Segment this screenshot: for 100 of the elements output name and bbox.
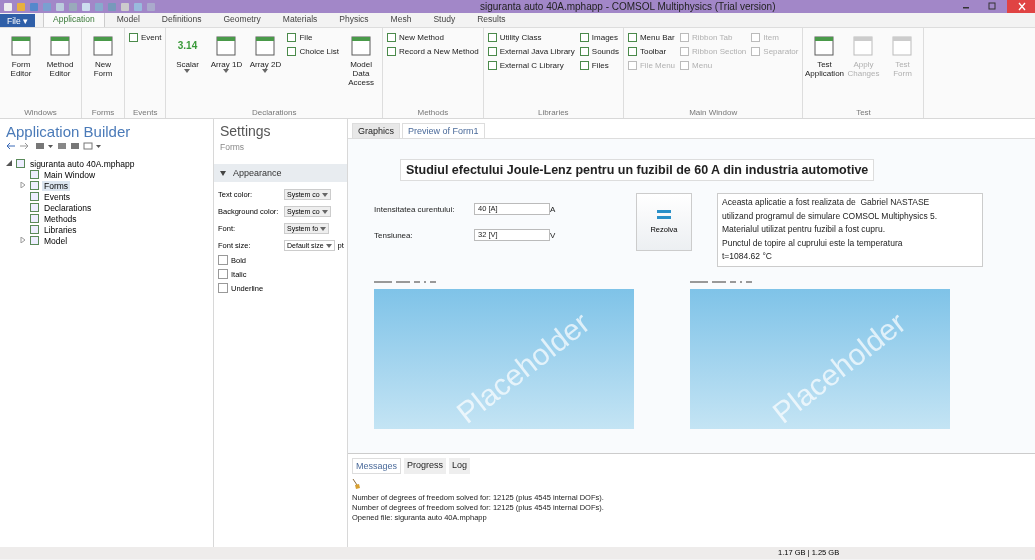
section-label: Appearance <box>233 168 282 178</box>
ribbon-button[interactable]: Test Application <box>807 31 842 108</box>
ribbon-button[interactable]: Images <box>579 33 619 42</box>
node-icon <box>30 203 39 212</box>
ribbon-button[interactable]: Menu Bar <box>627 33 676 42</box>
unit-label: V <box>550 230 557 240</box>
window-title: siguranta auto 40A.mphapp - COMSOL Multiphysics (Trial version) <box>480 0 776 13</box>
ribbon-button[interactable]: Sounds <box>579 47 619 56</box>
ribbon-tab[interactable]: Model <box>106 12 150 27</box>
group-label: Test <box>855 108 872 117</box>
input-label: Tensiunea: <box>374 230 414 240</box>
tree-item[interactable]: Forms <box>42 180 71 191</box>
node-icon <box>30 181 39 190</box>
broom-icon[interactable] <box>352 479 360 489</box>
group-label: Forms <box>90 108 116 117</box>
info-text: Punctul de topire al cuprului este la temperatura <box>722 236 904 250</box>
ribbon-button[interactable]: External C Library <box>487 61 575 70</box>
ribbon-tab[interactable]: Mesh <box>380 12 422 27</box>
plot-toolbar-drawing[interactable] <box>690 280 752 286</box>
input-label: Intensitatea curentului: <box>374 204 456 214</box>
group-label: Declarations <box>251 108 298 117</box>
file-menu-button[interactable]: File ▾ <box>0 14 36 27</box>
expand-arrow-icon[interactable] <box>20 237 26 243</box>
group-label: Windows <box>23 108 58 117</box>
item-icon <box>129 33 138 42</box>
ribbon-button[interactable]: Event <box>129 33 162 42</box>
ribbon-button[interactable]: Model Data Access <box>344 31 379 108</box>
form-heading: Studiul efectului Joule-Lenz pentru un fuzibil de 60 A din industria automotive <box>400 159 875 181</box>
ribbon-button[interactable]: Method Editor <box>43 31 77 108</box>
caret-icon <box>321 209 328 214</box>
node-icon <box>16 159 25 168</box>
caret-icon <box>320 226 327 231</box>
ribbon-button[interactable]: Utility Class <box>487 33 575 42</box>
tree-item[interactable]: Declarations <box>42 202 94 213</box>
ribbon-button[interactable]: External Java Library <box>487 47 575 56</box>
expand-arrow-icon[interactable] <box>20 182 26 188</box>
caret-icon <box>325 243 332 248</box>
tab[interactable]: Messages <box>352 458 402 474</box>
tab[interactable]: Log <box>449 458 471 474</box>
panel-subtitle: Forms <box>219 141 246 154</box>
document-icon <box>10 35 32 57</box>
ribbon-button[interactable]: New Form <box>86 31 120 108</box>
ribbon-tab[interactable]: Materials <box>272 12 328 27</box>
info-text: t=1084.62 °C <box>722 250 773 263</box>
tree-item[interactable]: Methods <box>42 213 79 224</box>
ribbon-tab[interactable]: Geometry <box>213 12 271 27</box>
tab[interactable]: Preview of Form1 <box>402 123 485 138</box>
ribbon-button[interactable]: Files <box>579 61 619 70</box>
close-icon[interactable] <box>1005 0 1035 13</box>
document-icon <box>254 35 277 57</box>
panel-title: Settings <box>219 122 272 139</box>
ribbon-button[interactable]: New Method <box>387 33 479 42</box>
document-icon <box>350 35 373 57</box>
ribbon-button[interactable]: Choice List <box>287 47 340 56</box>
group-label: Events <box>132 108 159 117</box>
group-label: Main Window <box>688 108 739 117</box>
ribbon-button[interactable]: Array 2D <box>248 31 283 108</box>
collapse-arrow-icon[interactable] <box>220 170 226 176</box>
ribbon-button[interactable]: Toolbar <box>627 47 676 56</box>
tree-item[interactable]: Libraries <box>42 224 79 235</box>
document-icon <box>92 35 114 57</box>
node-icon <box>30 236 39 245</box>
document-icon <box>852 35 875 57</box>
ribbon-button[interactable]: Record a New Method <box>387 47 479 56</box>
checkbox[interactable] <box>218 283 228 293</box>
node-icon <box>30 225 39 234</box>
ribbon-tab[interactable]: Results <box>467 12 516 27</box>
tree-item[interactable]: Main Window <box>42 169 98 180</box>
ribbon-button[interactable]: Form Editor <box>4 31 38 108</box>
section-header[interactable]: Appearance <box>214 164 347 182</box>
info-text: Materialul utilizat pentru fuzibil a fost cupru. <box>722 223 886 236</box>
tree-item[interactable]: Events <box>42 191 72 202</box>
group-label: Methods <box>416 108 450 117</box>
document-icon <box>813 35 836 57</box>
unit-label: A <box>550 204 557 214</box>
document-icon <box>215 35 238 57</box>
checkbox[interactable] <box>218 255 228 265</box>
tab[interactable]: Graphics <box>352 123 400 138</box>
info-text: Aceasta aplicatie a fost realizata de Gabriel NASTASE <box>722 196 931 209</box>
ribbon-button[interactable]: Array 1D <box>209 31 244 108</box>
ribbon-tab[interactable]: Study <box>423 12 466 27</box>
plot-toolbar-drawing[interactable] <box>374 280 436 286</box>
ribbon-tab[interactable]: Physics <box>329 12 379 27</box>
node-icon <box>30 214 39 223</box>
tab[interactable]: Progress <box>404 458 447 474</box>
tree-item[interactable]: Model <box>42 235 70 246</box>
caret-icon <box>321 192 328 197</box>
ribbon-tab[interactable]: Definitions <box>151 12 212 27</box>
equals-icon <box>657 210 671 219</box>
tree-item[interactable]: siguranta auto 40A.mphapp <box>28 158 137 169</box>
ribbon-button[interactable]: File <box>287 33 340 42</box>
group-label: Libraries <box>536 108 570 117</box>
checkbox[interactable] <box>218 269 228 279</box>
node-icon <box>30 170 39 179</box>
info-text: utilizand programul de simulare COMSOL Multiphysics 5. <box>722 209 939 223</box>
document-icon <box>891 35 914 57</box>
ribbon-button[interactable]: 3.14 Scalar <box>170 31 205 108</box>
document-icon <box>49 35 71 57</box>
collapse-arrow-icon[interactable] <box>6 160 12 166</box>
panel-title: Application Builder <box>6 123 132 140</box>
